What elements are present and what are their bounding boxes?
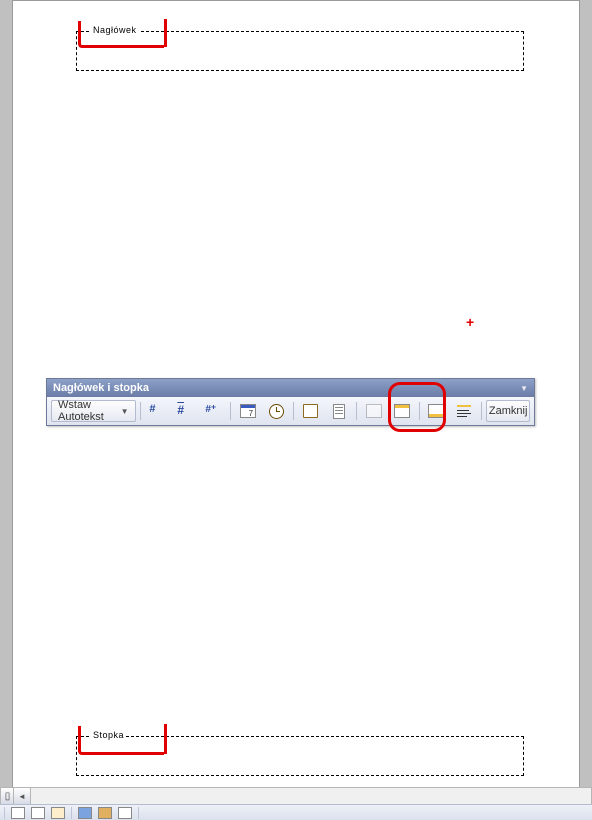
toolbar-options-dropdown-icon[interactable]: ▼	[520, 384, 528, 393]
toolbar-separator	[419, 402, 420, 420]
show-previous-icon	[457, 405, 471, 417]
insert-date-button[interactable]	[235, 400, 261, 422]
same-as-previous-icon	[394, 404, 410, 418]
close-button-label: Zamknij	[489, 405, 528, 417]
format-page-number-button[interactable]	[200, 400, 226, 422]
insert-page-number-button[interactable]	[144, 400, 170, 422]
horizontal-scrollbar[interactable]: ◄	[13, 787, 592, 805]
scroll-track[interactable]	[31, 788, 591, 804]
page-setup-button[interactable]	[298, 400, 324, 422]
same-as-previous-button[interactable]	[389, 400, 415, 422]
toolbar-separator	[230, 402, 231, 420]
page-setup-icon	[303, 404, 318, 418]
shape-outline-icon[interactable]	[118, 807, 132, 819]
annotation-bracket-footer	[78, 726, 164, 755]
close-button[interactable]: Zamknij	[486, 400, 530, 422]
switch-header-footer-button[interactable]	[423, 400, 449, 422]
color-swatch-icon[interactable]	[51, 807, 65, 819]
insert-pages-count-icon	[177, 403, 193, 419]
toolbar-title-text: Nagłówek i stopka	[53, 382, 149, 394]
insert-time-button[interactable]	[263, 400, 289, 422]
switch-header-footer-icon	[428, 404, 444, 418]
toolbar-titlebar[interactable]: Nagłówek i stopka ▼	[47, 379, 534, 397]
shape-3d-icon[interactable]	[78, 807, 92, 819]
insert-page-number-icon	[149, 403, 165, 419]
toolbar-separator	[4, 807, 5, 819]
insert-date-icon	[240, 404, 256, 418]
insert-time-icon	[269, 404, 284, 419]
toolbar-separator	[293, 402, 294, 420]
toolbar-separator	[138, 807, 139, 819]
format-page-number-icon	[205, 403, 221, 419]
link-to-previous-icon	[366, 404, 382, 418]
annotation-plus-marker: +	[466, 315, 474, 329]
show-document-text-icon	[333, 404, 345, 419]
toolbar-separator	[481, 402, 482, 420]
insert-pages-count-button[interactable]	[172, 400, 198, 422]
draw-box-icon[interactable]	[31, 807, 45, 819]
book-icon: ▯	[5, 791, 11, 802]
toolbar-separator	[71, 807, 72, 819]
scroll-left-button[interactable]: ◄	[14, 788, 31, 804]
insert-autotext-button[interactable]: Wstaw Autotekst ▼	[51, 400, 136, 422]
chevron-down-icon: ▼	[121, 407, 129, 416]
insert-autotext-label: Wstaw Autotekst	[58, 399, 119, 423]
show-previous-button[interactable]	[451, 400, 477, 422]
link-to-previous-button[interactable]	[361, 400, 387, 422]
shape-shadow-icon[interactable]	[98, 807, 112, 819]
toolbar-separator	[356, 402, 357, 420]
show-document-text-button[interactable]	[326, 400, 352, 422]
drawing-toolbar	[0, 804, 592, 820]
draw-rect-icon[interactable]	[11, 807, 25, 819]
toolbar-body: Wstaw Autotekst ▼	[47, 397, 534, 425]
toolbar-separator	[140, 402, 141, 420]
annotation-bracket-header	[78, 21, 164, 48]
header-footer-toolbar: Nagłówek i stopka ▼ Wstaw Autotekst ▼	[46, 378, 535, 426]
